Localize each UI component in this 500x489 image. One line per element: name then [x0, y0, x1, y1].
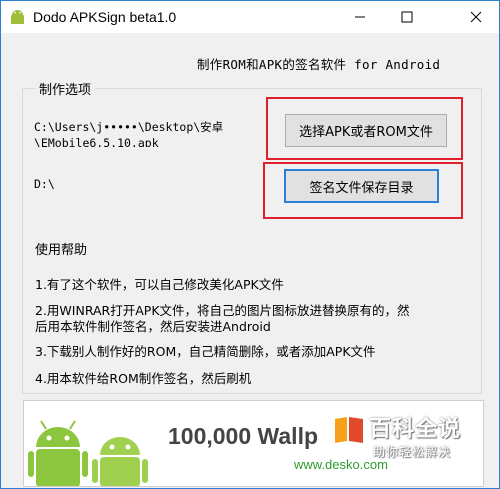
help-item-4: 4.用本软件给ROM制作签名，然后刷机 [35, 371, 252, 386]
select-apk-rom-button[interactable]: 选择APK或者ROM文件 [285, 114, 447, 147]
app-tagline: 制作ROM和APK的签名软件 for Android [197, 57, 441, 72]
maximize-button[interactable] [384, 1, 430, 33]
source-file-path: C:\Users\j•••••\Desktop\安卓 \EMobile6.5.1… [34, 120, 224, 147]
app-window: Dodo APKSign beta1.0 制作ROM和APK的签名软件 for … [0, 0, 500, 489]
minimize-button[interactable] [337, 1, 383, 33]
android-mascot-icon [28, 420, 148, 486]
help-item-1: 1.有了这个软件，可以自己修改美化APK文件 [35, 277, 284, 292]
banner-headline: 100,000 Wallp [168, 423, 319, 449]
maximize-icon [401, 11, 413, 23]
minimize-icon [355, 16, 365, 18]
app-icon [11, 10, 24, 24]
close-button[interactable] [453, 1, 499, 33]
save-directory-button[interactable]: 签名文件保存目录 [284, 169, 439, 203]
window-title: Dodo APKSign beta1.0 [33, 9, 177, 25]
watermark-slogan: 助你轻松解决 [373, 445, 452, 459]
title-bar[interactable]: Dodo APKSign beta1.0 [1, 1, 499, 33]
watermark-logo-icon [335, 417, 363, 443]
output-dir-path: D:\ [34, 177, 55, 191]
help-item-2: 2.用WINRAR打开APK文件，将自己的图片图标放进替换原有的，然 后用本软件… [35, 303, 410, 334]
help-item-3: 3.下载别人制作好的ROM，自己精简删除，或者添加APK文件 [35, 344, 376, 359]
close-icon [470, 11, 482, 23]
help-title: 使用帮助 [35, 243, 88, 258]
options-group-label: 制作选项 [35, 79, 96, 98]
watermark-brand: 百科全说 [369, 417, 462, 442]
